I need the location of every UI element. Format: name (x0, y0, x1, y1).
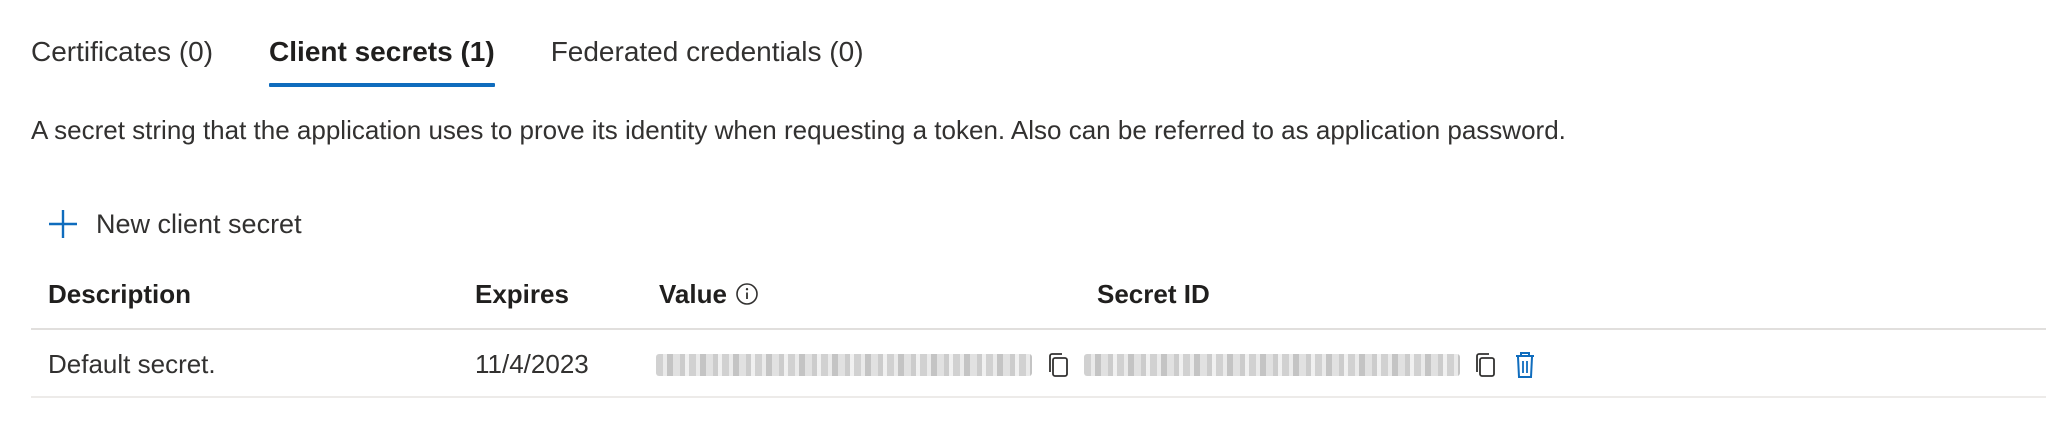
plus-icon (49, 210, 77, 238)
tab-certificates[interactable]: Certificates (0) (31, 30, 213, 88)
credentials-tabs: Certificates (0) Client secrets (1) Fede… (31, 30, 920, 88)
client-secrets-table: Description Expires Value Secret ID Defa… (31, 262, 2046, 398)
column-header-expires[interactable]: Expires (475, 274, 569, 314)
secret-value-redacted (656, 354, 1032, 376)
secret-expires: 11/4/2023 (475, 349, 589, 379)
column-header-value-label: Value (659, 279, 727, 309)
column-header-value[interactable]: Value (659, 274, 759, 314)
tab-federated-credentials[interactable]: Federated credentials (0) (551, 30, 864, 88)
tab-client-secrets[interactable]: Client secrets (1) (269, 30, 495, 88)
column-header-secret-id-label: Secret ID (1097, 279, 1210, 309)
new-client-secret-button[interactable]: New client secret (46, 204, 302, 244)
column-header-expires-label: Expires (475, 279, 569, 309)
column-header-description-label: Description (48, 279, 192, 309)
section-description: A secret string that the application use… (31, 115, 1566, 145)
secret-id-redacted (1084, 354, 1460, 376)
secret-description: Default secret. (48, 349, 216, 379)
new-client-secret-label: New client secret (96, 208, 302, 239)
column-header-secret-id[interactable]: Secret ID (1097, 274, 1210, 314)
delete-trash-icon[interactable] (1508, 348, 1542, 382)
copy-secret-id-icon[interactable] (1469, 348, 1503, 382)
client-secrets-panel: Certificates (0) Client secrets (1) Fede… (0, 0, 2046, 427)
info-icon[interactable] (735, 282, 759, 306)
column-header-description[interactable]: Description (48, 274, 191, 314)
table-header: Description Expires Value Secret ID (31, 262, 2046, 330)
copy-value-icon[interactable] (1042, 348, 1076, 382)
table-row: Default secret. 11/4/2023 (31, 330, 2046, 398)
